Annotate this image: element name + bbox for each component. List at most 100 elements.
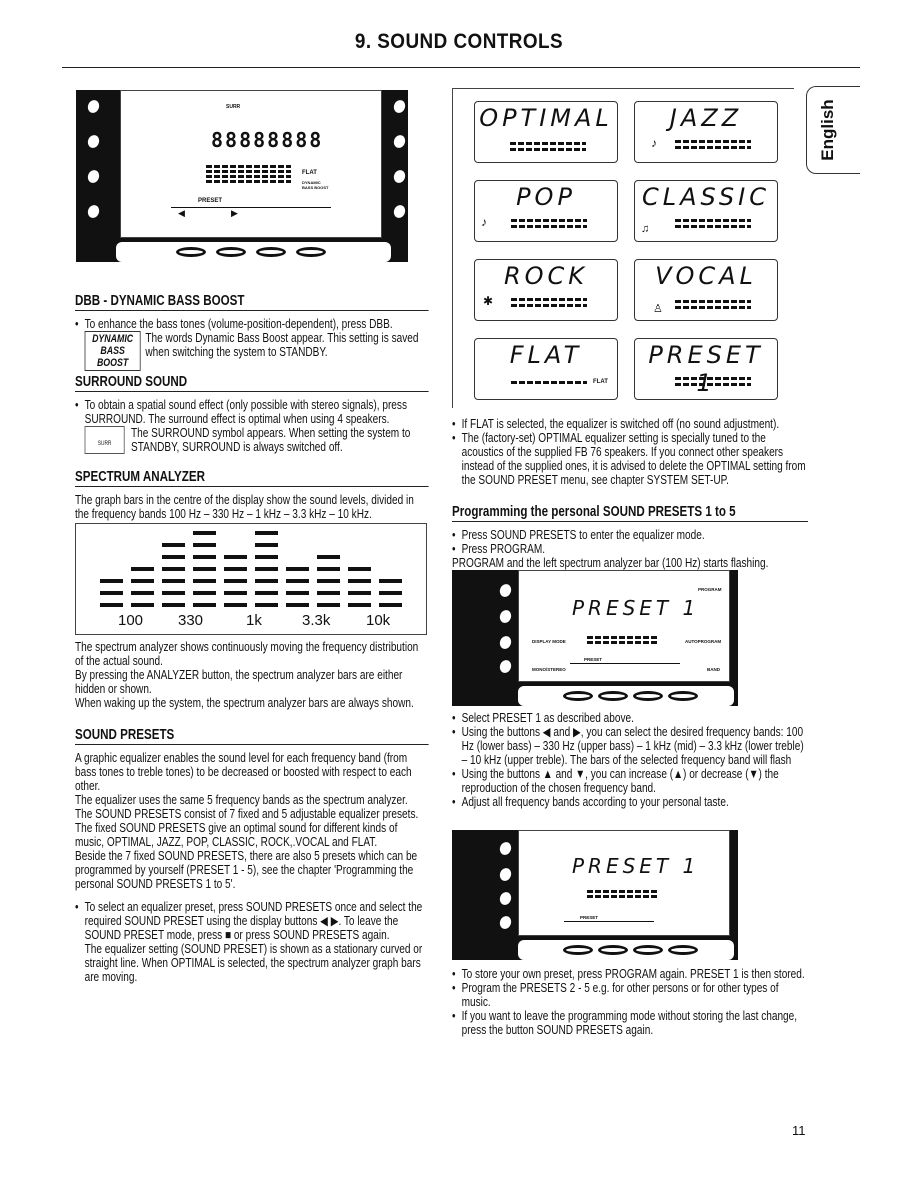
display-button[interactable] xyxy=(633,691,663,701)
presets-p5: Beside the 7 fixed SOUND PRESETS, there … xyxy=(75,849,418,891)
display-panel-image: SURR 88888888 FLAT DYNAMIC BASS BOOST PR… xyxy=(76,90,408,262)
spectrum-bar-segment xyxy=(317,591,340,595)
spectrum-bar-segment xyxy=(379,579,402,583)
preset-name: VOCAL xyxy=(655,262,757,290)
band-label-1k: 1k xyxy=(246,612,262,629)
store-t3: If you want to leave the programming mod… xyxy=(452,1009,808,1037)
spectrum-bar-segment xyxy=(193,579,216,583)
presets-b1: To select an equalizer preset, press SOU… xyxy=(75,900,429,984)
spectrum-bar-segment xyxy=(255,591,278,595)
knob-icon xyxy=(498,914,513,931)
display-button[interactable] xyxy=(216,247,246,257)
spectrum-bar-segment xyxy=(131,579,154,583)
page-title: 9. SOUND CONTROLS xyxy=(354,30,564,53)
band-label-10k: 10k xyxy=(366,612,391,629)
display-button[interactable] xyxy=(296,247,326,257)
display-button[interactable] xyxy=(563,691,593,701)
preset-label: PRESET xyxy=(580,915,599,920)
knob-icon xyxy=(498,890,513,907)
preset-label: PRESET xyxy=(584,657,603,662)
prog-s4: Adjust all frequency bands according to … xyxy=(452,795,808,809)
knob-icon xyxy=(86,133,101,150)
spectrum-bar-segment xyxy=(348,603,371,607)
spectrum-bar-segment xyxy=(162,579,185,583)
preset-box-preset1: PRESET 1 xyxy=(634,338,778,400)
display-button[interactable] xyxy=(598,945,628,955)
spectrum-bar-segment xyxy=(255,603,278,607)
prog-s3: Using the buttons ▲ and ▼, you can incre… xyxy=(452,767,808,795)
prog-s2: Using the buttons ◀ and ▶, you can selec… xyxy=(452,725,808,767)
autoprogram-label: AUTOPROGRAM xyxy=(685,639,722,644)
preset-name: PRESET 1 xyxy=(648,341,764,397)
spectrum-heading: SPECTRUM ANALYZER xyxy=(75,469,429,487)
spectrum-bar-segment xyxy=(193,603,216,607)
display-button[interactable] xyxy=(633,945,663,955)
surround-section: SURROUND SOUND To obtain a spatial sound… xyxy=(75,374,429,454)
spectrum-bar-segment xyxy=(348,579,371,583)
spectrum-bar-segment xyxy=(224,555,247,559)
preset-box-rock: ROCK ✱ xyxy=(474,259,618,321)
mono-stereo-label: MONO/STEREO xyxy=(532,667,566,672)
spectrum-bar-segment xyxy=(193,567,216,571)
knob-icon xyxy=(498,866,513,883)
preset-name: JAZZ xyxy=(669,104,743,132)
spectrum-bar-segment xyxy=(224,567,247,571)
preset-box-classic: CLASSIC ♫ xyxy=(634,180,778,242)
prog-step-2: Press PROGRAM. xyxy=(452,542,808,556)
spectrum-bar-segment xyxy=(193,531,216,535)
spectrum-bar-segment xyxy=(348,591,371,595)
saxophone-icon: ♪ xyxy=(651,136,657,150)
spectrum-bar-segment xyxy=(162,603,185,607)
program-display-image: PRESET 1 PROGRAM DISPLAY MODE AUTOPROGRA… xyxy=(452,570,738,706)
guitar-icon: ♪ xyxy=(481,215,487,229)
singer-icon: ♙ xyxy=(653,303,663,315)
programming-steps: Select PRESET 1 as described above. Usin… xyxy=(452,711,808,809)
spectrum-bar-segment xyxy=(131,591,154,595)
flat-indicator: FLAT xyxy=(302,170,317,176)
right-b1: If FLAT is selected, the equalizer is sw… xyxy=(452,417,808,431)
dbb-text-2: The words Dynamic Bass Boost appear. Thi… xyxy=(145,331,419,359)
presets-p2: The equalizer uses the same 5 frequency … xyxy=(75,793,408,807)
knob-icon xyxy=(392,168,407,185)
right-b2: The (factory-set) OPTIMAL equalizer sett… xyxy=(452,431,808,487)
drums-icon: ✱ xyxy=(483,294,494,308)
band-label-330: 330 xyxy=(178,612,204,629)
spectrum-bar-segment xyxy=(193,555,216,559)
presets-section: SOUND PRESETS A graphic equalizer enable… xyxy=(75,727,429,984)
surround-text-2: The SURROUND symbol appears. When settin… xyxy=(131,426,411,454)
spectrum-bar-segment xyxy=(224,579,247,583)
storing-steps: To store your own preset, press PROGRAM … xyxy=(452,967,808,1037)
button-strip xyxy=(518,686,734,706)
preset-box-vocal: VOCAL ♙ xyxy=(634,259,778,321)
right-arrow-icon: ▶ xyxy=(231,208,238,218)
spectrum-bar-segment xyxy=(193,591,216,595)
language-tab-label: English xyxy=(818,99,837,161)
display-button[interactable] xyxy=(563,945,593,955)
spectrum-bar-segment xyxy=(317,579,340,583)
presets-p1: A graphic equalizer enables the sound le… xyxy=(75,751,412,793)
button-strip xyxy=(116,242,391,262)
display-button[interactable] xyxy=(176,247,206,257)
spectrum-text: The graph bars in the centre of the disp… xyxy=(75,493,414,521)
spectrum-bar-segment xyxy=(317,567,340,571)
store-t2: Program the PRESETS 2 - 5 e.g. for other… xyxy=(452,981,808,1009)
display-button[interactable] xyxy=(668,945,698,955)
spectrum-bar-segment xyxy=(286,579,309,583)
program-label: PROGRAM xyxy=(698,587,722,592)
spectrum-bar-segment xyxy=(317,555,340,559)
spectrum-bar-segment xyxy=(162,543,185,547)
spectrum-bar-segment xyxy=(131,567,154,571)
presets-p3: The SOUND PRESETS consist of 7 fixed and… xyxy=(75,807,419,821)
dbb-indicator: DYNAMIC BASS BOOST xyxy=(302,180,329,190)
spectrum-bar-segment xyxy=(255,579,278,583)
spectrum-bar-segment xyxy=(286,567,309,571)
display-button[interactable] xyxy=(598,691,628,701)
spectrum-bar-segment xyxy=(131,603,154,607)
knob-icon xyxy=(498,634,513,651)
display-button[interactable] xyxy=(256,247,286,257)
display-button[interactable] xyxy=(668,691,698,701)
preset-box-flat: FLAT FLAT xyxy=(474,338,618,400)
button-strip xyxy=(518,940,734,960)
left-arrow-icon: ◀ xyxy=(178,208,185,218)
presets-heading: SOUND PRESETS xyxy=(75,727,429,745)
